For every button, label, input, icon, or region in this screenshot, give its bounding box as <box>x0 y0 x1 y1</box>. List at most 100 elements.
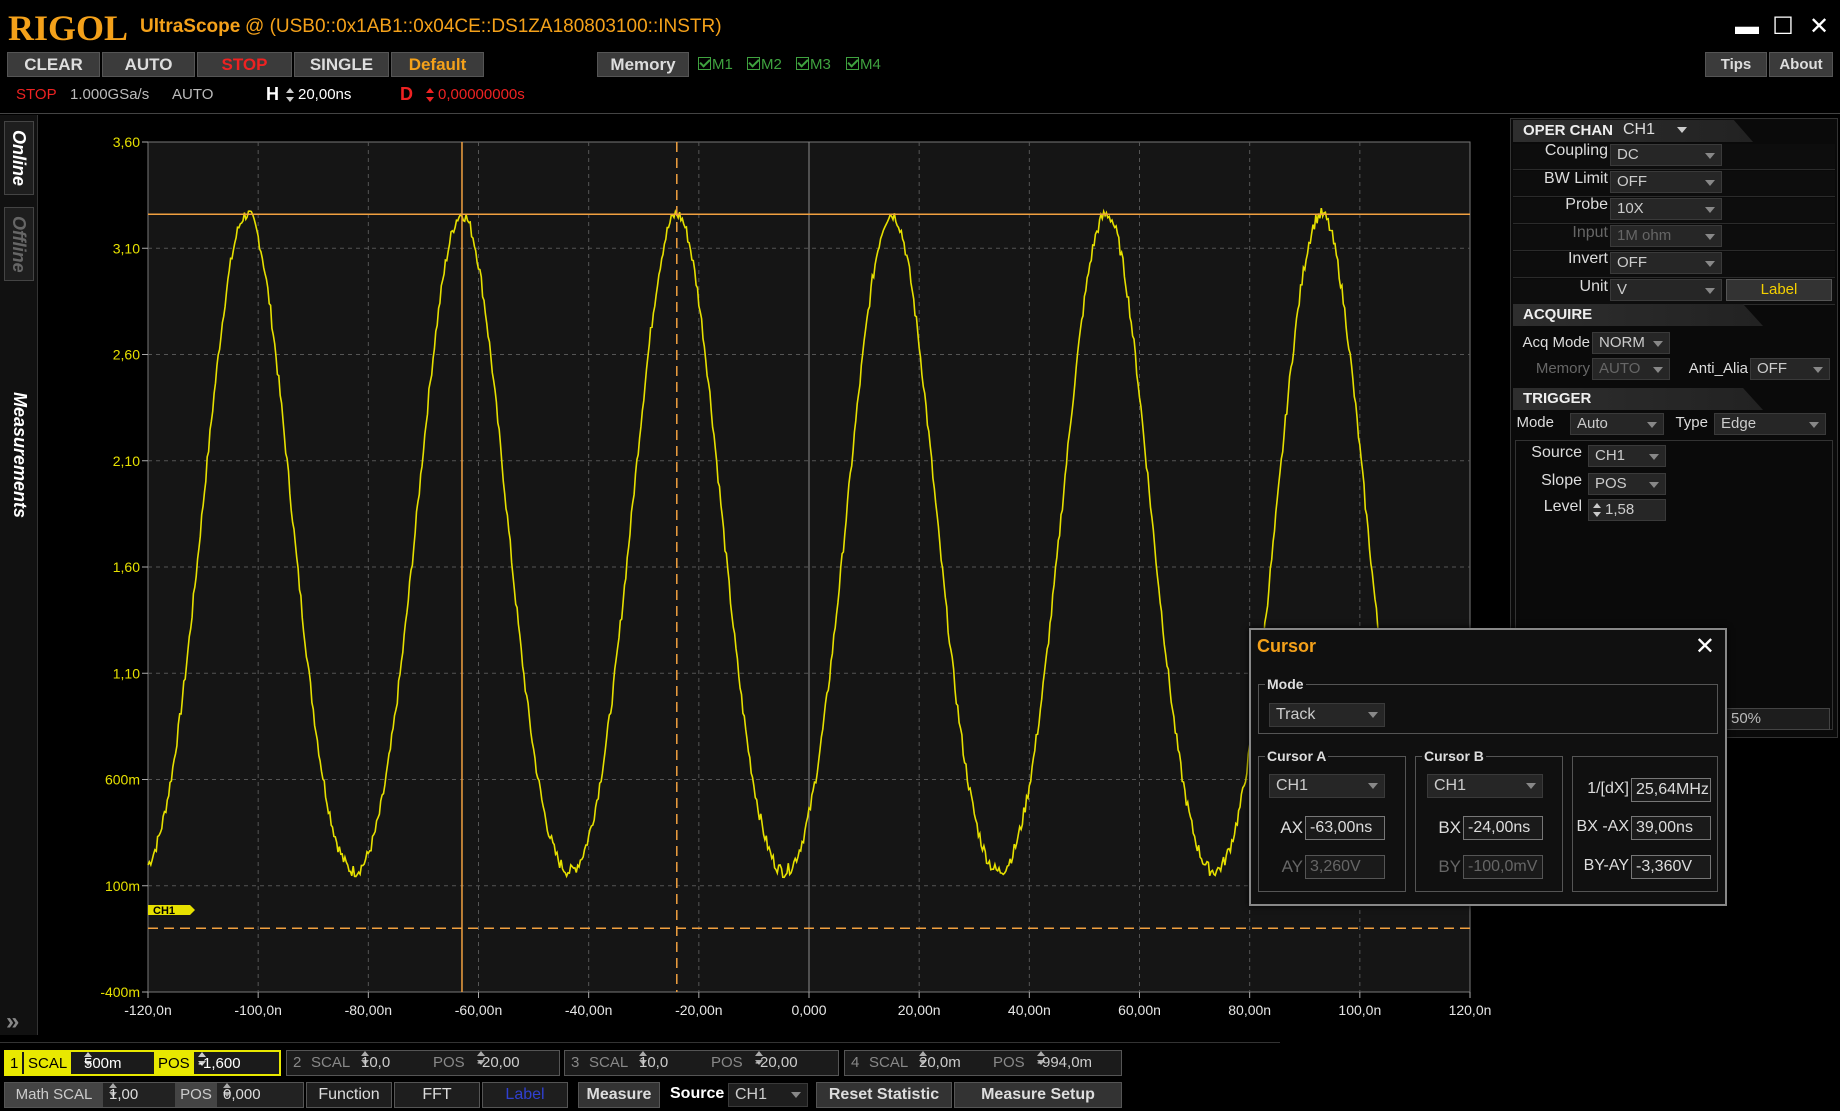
label-button[interactable]: Label <box>1726 279 1832 301</box>
measure-setup-button[interactable]: Measure Setup <box>954 1082 1122 1108</box>
measure-button[interactable]: Measure <box>578 1082 660 1108</box>
channel-2-scal-label: SCAL <box>311 1054 351 1071</box>
x-tick-label: 20,00n <box>898 1002 941 1018</box>
acq-mode-select[interactable]: NORM <box>1592 332 1670 354</box>
by-ay-label: BY-AY <box>1583 857 1629 874</box>
trigger-slope-label: Slope <box>1541 472 1582 489</box>
channel-3-scal-label: SCAL <box>589 1054 629 1071</box>
instrument-resource: @ (USB0::0x1AB1::0x04CE::DS1ZA180803100:… <box>245 16 722 37</box>
channel-4-bar[interactable]: 4 SCAL 20,0m POS -994,0m <box>844 1050 1122 1076</box>
rigol-logo: RIGOL <box>8 8 129 48</box>
cursor-a-source-select[interactable]: CH1 <box>1269 774 1385 798</box>
reset-statistic-button[interactable]: Reset Statistic <box>816 1082 952 1108</box>
channel-2-number: 2 <box>293 1054 302 1071</box>
x-tick-label: 60,00n <box>1118 1002 1161 1018</box>
tips-button[interactable]: Tips <box>1705 52 1767 77</box>
auto-button[interactable]: AUTO <box>102 52 195 77</box>
x-tick-label: -80,00n <box>345 1002 392 1018</box>
tab-measurements[interactable]: Measurements <box>4 365 34 545</box>
x-tick-label: -40,00n <box>565 1002 612 1018</box>
close-icon[interactable]: ✕ <box>1695 632 1715 661</box>
ay-label: AY <box>1281 857 1303 876</box>
anti-alias-select[interactable]: OFF <box>1750 358 1830 380</box>
checkmark-icon <box>698 57 711 70</box>
math-bar[interactable]: Math SCAL 1,00 POS 0,000 <box>4 1082 304 1108</box>
stop-button[interactable]: STOP <box>197 52 292 77</box>
x-tick-label: 120,0n <box>1449 1002 1492 1018</box>
oper-chan-select[interactable]: CH1 <box>1623 121 1688 139</box>
horizontal-scale[interactable]: 20,00ns <box>286 86 351 103</box>
channel-1-bar[interactable]: 1 SCAL 500m POS -1,600 <box>4 1050 281 1076</box>
channel-2-bar[interactable]: 2 SCAL 10,0 POS -20,00 <box>286 1050 560 1076</box>
channel-1-number: 1 <box>6 1052 23 1076</box>
m1-checkbox[interactable]: M1 <box>698 56 733 73</box>
chevron-down-icon <box>1677 126 1688 133</box>
single-button[interactable]: SINGLE <box>294 52 389 77</box>
expand-icon[interactable]: » <box>6 1008 19 1036</box>
math-label-button[interactable]: Label <box>482 1082 568 1108</box>
cursor-dialog: Cursor ✕ Mode Track Cursor A CH1 AX -63,… <box>1249 628 1727 906</box>
bx-field[interactable]: -24,00ns <box>1463 816 1543 840</box>
m3-checkbox[interactable]: M3 <box>796 56 831 73</box>
app-name: UltraScope <box>140 16 241 37</box>
run-state: STOP <box>16 86 57 103</box>
by-ay-field: -3,360V <box>1631 855 1711 879</box>
about-button[interactable]: About <box>1769 52 1833 77</box>
coupling-select[interactable]: DC <box>1610 144 1722 166</box>
trigger-slope-select[interactable]: POS <box>1588 473 1666 495</box>
title-bar: RIGOL UltraScope @ (USB0::0x1AB1::0x04CE… <box>0 8 1840 48</box>
inv-dx-label: 1/[dX] <box>1587 780 1629 797</box>
trigger-mode-select[interactable]: Auto <box>1570 413 1664 435</box>
bw-limit-select[interactable]: OFF <box>1610 171 1722 193</box>
channel-3-number: 3 <box>571 1054 580 1071</box>
anti-alias-label: Anti_Alia <box>1688 360 1748 377</box>
channel-2-pos-label: POS <box>433 1054 465 1071</box>
delay-value[interactable]: 0,00000000s <box>426 86 525 103</box>
cursor-dialog-title: Cursor <box>1257 636 1317 656</box>
trigger-type-select[interactable]: Edge <box>1714 413 1826 435</box>
measure-source-select[interactable]: CH1 <box>728 1083 808 1107</box>
m2-checkbox[interactable]: M2 <box>747 56 782 73</box>
trigger-source-select[interactable]: CH1 <box>1588 445 1666 467</box>
minimize-icon[interactable]: ▬ <box>1734 14 1760 40</box>
ax-field[interactable]: -63,00ns <box>1305 816 1385 840</box>
default-button[interactable]: Default <box>391 52 484 77</box>
channel-3-bar[interactable]: 3 SCAL 10,0 POS -20,00 <box>564 1050 839 1076</box>
y-tick-label: 600m <box>105 772 140 788</box>
fft-button[interactable]: FFT <box>394 1082 480 1108</box>
y-tick-label: 2,60 <box>113 347 140 363</box>
acq-mode-label: Acq Mode <box>1522 334 1590 351</box>
probe-label: Probe <box>1565 196 1608 213</box>
horizontal-label: H <box>266 84 279 104</box>
clear-button[interactable]: CLEAR <box>7 52 100 77</box>
trigger-source-label: Source <box>1531 444 1582 461</box>
channel-4-pos-label: POS <box>993 1054 1025 1071</box>
divider <box>0 113 1840 114</box>
probe-select[interactable]: 10X <box>1610 198 1722 220</box>
ch1-marker-label: CH1 <box>153 905 175 917</box>
by-field: -100,0mV <box>1463 855 1543 879</box>
memory-button[interactable]: Memory <box>597 52 689 77</box>
input-select[interactable]: 1M ohm <box>1610 225 1722 247</box>
close-icon[interactable]: ✕ <box>1806 14 1832 40</box>
y-tick-label: 1,60 <box>113 559 140 575</box>
bx-ax-label: BX -AX <box>1576 818 1629 835</box>
trigger-level-spinner[interactable]: 1,58 <box>1588 499 1666 521</box>
cursor-mode-select[interactable]: Track <box>1269 703 1385 727</box>
up-down-arrow-icon <box>426 88 434 103</box>
m4-checkbox[interactable]: M4 <box>846 56 881 73</box>
up-down-arrow-icon <box>286 88 294 103</box>
channel-3-pos-label: POS <box>711 1054 743 1071</box>
tab-offline[interactable]: Offline <box>4 207 34 281</box>
function-button[interactable]: Function <box>306 1082 392 1108</box>
cursor-b-source-select[interactable]: CH1 <box>1427 774 1543 798</box>
tab-online[interactable]: Online <box>4 121 34 195</box>
memory-depth-select[interactable]: AUTO <box>1592 358 1670 380</box>
invert-select[interactable]: OFF <box>1610 252 1722 274</box>
maximize-icon[interactable]: ☐ <box>1770 14 1796 40</box>
bx-ax-field: 39,00ns <box>1631 816 1711 840</box>
unit-select[interactable]: V <box>1610 279 1722 301</box>
checkmark-icon <box>747 57 760 70</box>
trigger-mode-label: Mode <box>1516 414 1554 431</box>
x-tick-label: -100,0n <box>234 1002 281 1018</box>
